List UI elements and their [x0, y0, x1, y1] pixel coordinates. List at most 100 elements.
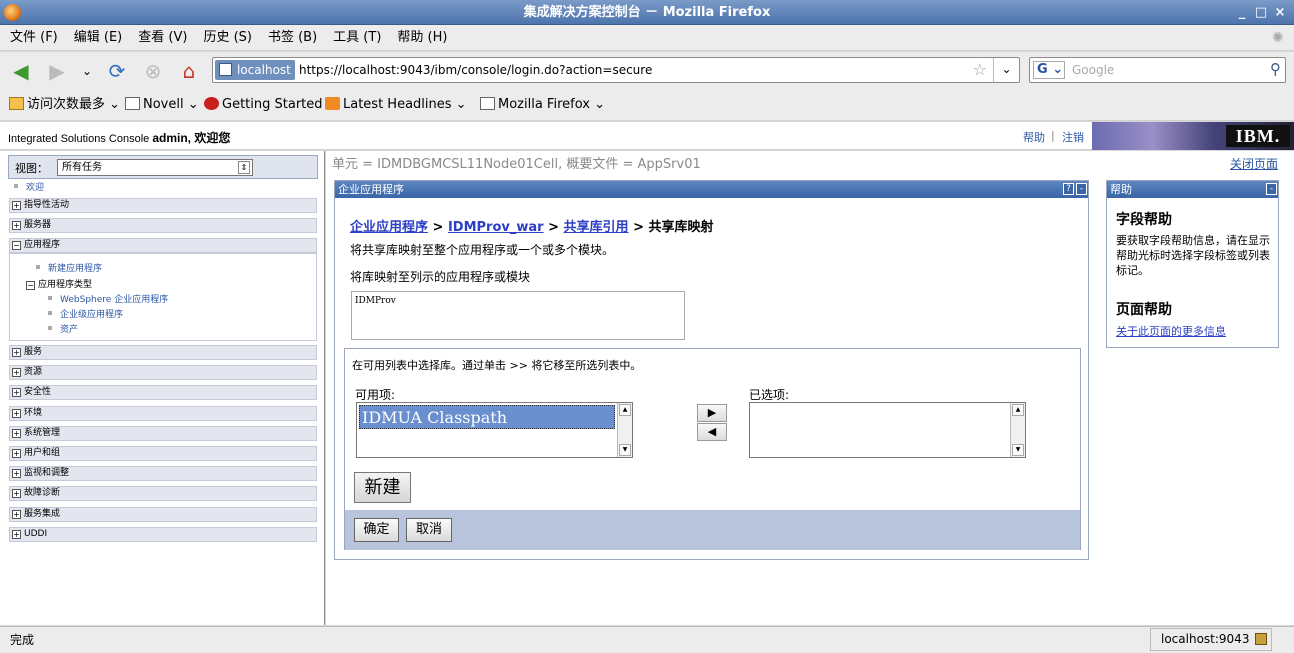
nav-item-services[interactable]: + 服务	[9, 345, 317, 360]
bookmark-most-visited[interactable]: 访问次数最多 ⌄	[9, 97, 120, 113]
field-help-text: 要获取字段帮助信息，请在显示帮助光标时选择字段标签或列表标记。	[1116, 234, 1270, 277]
url-bar[interactable]: localhost https://localhost:9043/ibm/con…	[212, 57, 1020, 83]
scroll-up-icon[interactable]: ▲	[619, 404, 631, 416]
bookmark-novell[interactable]: Novell ⌄	[125, 97, 199, 113]
nav-item-users-groups[interactable]: + 用户和组	[9, 446, 317, 461]
nav-item-label: 资源	[24, 367, 43, 377]
history-dropdown-icon[interactable]: ⌄	[74, 59, 100, 83]
back-arrow-icon[interactable]: ◀	[8, 59, 34, 83]
reload-icon[interactable]: ⟳	[104, 59, 130, 83]
nav-welcome-link[interactable]: 欢迎	[26, 183, 44, 193]
nav-item-label: 故障诊断	[24, 488, 61, 498]
bookmark-star-icon[interactable]: ☆	[973, 60, 987, 79]
minimize-button[interactable]: _	[1232, 0, 1252, 25]
available-list[interactable]: IDMUA Classpath ▲ ▼	[356, 402, 633, 458]
menu-view[interactable]: 查看 (V)	[130, 25, 195, 51]
nav-business-level-apps[interactable]: 企业级应用程序	[48, 307, 123, 320]
menu-tools[interactable]: 工具 (T)	[325, 25, 389, 51]
forward-arrow-icon[interactable]: ▶	[44, 59, 70, 83]
nav-item-applications[interactable]: − 应用程序	[9, 238, 317, 253]
new-application-link[interactable]: 新建应用程序	[48, 264, 102, 274]
view-select[interactable]: 所有任务 ⇕	[57, 159, 253, 176]
status-bar: 完成 localhost:9043	[0, 626, 1294, 653]
help-link[interactable]: 帮助	[1023, 129, 1045, 145]
expand-icon: +	[12, 201, 21, 210]
menu-edit[interactable]: 编辑 (E)	[66, 25, 131, 51]
breadcrumb-idmprov-war[interactable]: IDMProv_war	[448, 220, 544, 235]
url-dropdown-icon[interactable]: ⌄	[993, 58, 1019, 82]
help-minimize-icon[interactable]: -	[1266, 183, 1277, 195]
security-lock-icon[interactable]	[1255, 633, 1267, 645]
move-left-button[interactable]: ◀	[697, 423, 727, 441]
view-select-value: 所有任务	[62, 162, 102, 173]
google-icon: G	[1037, 62, 1048, 77]
search-box[interactable]: G ⌄ Google ⚲	[1029, 57, 1286, 83]
help-panel: 帮助 - 字段帮助 要获取字段帮助信息，请在显示帮助光标时选择字段标签或列表标记…	[1106, 180, 1279, 348]
close-window-button[interactable]: ×	[1270, 0, 1290, 25]
available-list-scrollbar[interactable]: ▲ ▼	[617, 403, 632, 457]
throbber-icon: ✺	[1272, 30, 1284, 46]
breadcrumb-enterprise-apps[interactable]: 企业应用程序	[350, 220, 428, 235]
site-identity-button[interactable]: localhost	[215, 60, 295, 80]
status-host[interactable]: localhost:9043	[1150, 628, 1272, 651]
url-text[interactable]: https://localhost:9043/ibm/console/login…	[299, 58, 652, 82]
new-button[interactable]: 新建	[354, 472, 411, 503]
menu-file[interactable]: 文件 (F)	[0, 25, 66, 51]
nav-item-troubleshooting[interactable]: + 故障诊断	[9, 486, 317, 501]
cancel-button[interactable]: 取消	[406, 518, 452, 542]
window-title: 集成解决方案控制台 － Mozilla Firefox	[523, 5, 771, 20]
breadcrumb-separator: >	[428, 220, 448, 235]
business-level-apps-link[interactable]: 企业级应用程序	[60, 310, 123, 320]
close-page-link[interactable]: 关闭页面	[1230, 155, 1278, 172]
selected-list-scrollbar[interactable]: ▲ ▼	[1010, 403, 1025, 457]
nav-application-types[interactable]: − 应用程序类型	[26, 277, 92, 290]
search-engine-selector[interactable]: G ⌄	[1033, 61, 1065, 79]
move-right-button[interactable]: ▶	[697, 404, 727, 422]
panel-help-icon[interactable]: ?	[1063, 183, 1074, 195]
expand-icon: +	[12, 409, 21, 418]
logout-link[interactable]: 注销	[1062, 129, 1084, 145]
menu-bookmarks[interactable]: 书签 (B)	[260, 25, 325, 51]
search-input[interactable]: Google	[1072, 58, 1114, 82]
nav-websphere-enterprise-apps[interactable]: WebSphere 企业应用程序	[48, 292, 168, 305]
nav-welcome[interactable]: 欢迎	[14, 180, 44, 193]
nav-item-monitoring[interactable]: + 监视和调整	[9, 466, 317, 481]
enterprise-apps-panel: 企业应用程序 ? - 企业应用程序 > IDMProv_war > 共享库引用 …	[334, 180, 1089, 560]
home-icon[interactable]: ⌂	[176, 59, 202, 83]
applications-subtree: 新建应用程序 − 应用程序类型 WebSphere 企业应用程序 企业级应用程序 …	[9, 253, 317, 341]
search-icon[interactable]: ⚲	[1270, 60, 1281, 78]
available-item[interactable]: IDMUA Classpath	[359, 405, 615, 429]
stop-icon[interactable]: ⊗	[140, 59, 166, 83]
selected-list[interactable]: ▲ ▼	[749, 402, 1026, 458]
scroll-up-icon[interactable]: ▲	[1012, 404, 1024, 416]
bookmark-mozilla-firefox[interactable]: Mozilla Firefox ⌄	[480, 97, 605, 113]
menu-history[interactable]: 历史 (S)	[195, 25, 260, 51]
scroll-down-icon[interactable]: ▼	[1012, 444, 1024, 456]
nav-item-uddi[interactable]: + UDDI	[9, 527, 317, 542]
nav-item-environment[interactable]: + 环境	[9, 406, 317, 421]
site-lock-icon	[219, 63, 232, 76]
nav-item-servers[interactable]: + 服务器	[9, 218, 317, 233]
breadcrumb-shared-lib-refs[interactable]: 共享库引用	[564, 220, 629, 235]
bookmark-getting-started[interactable]: Getting Started	[204, 97, 323, 113]
nav-item-label: 用户和组	[24, 448, 61, 458]
nav-item-service-integration[interactable]: + 服务集成	[9, 507, 317, 522]
page-help-link[interactable]: 关于此页面的更多信息	[1116, 323, 1226, 339]
nav-item-security[interactable]: + 安全性	[9, 385, 317, 400]
nav-item-guided-activities[interactable]: + 指导性活动	[9, 198, 317, 213]
menu-help[interactable]: 帮助 (H)	[389, 25, 455, 51]
assets-link[interactable]: 资产	[60, 325, 78, 335]
nav-item-resources[interactable]: + 资源	[9, 365, 317, 380]
scroll-down-icon[interactable]: ▼	[619, 444, 631, 456]
expand-icon: +	[12, 429, 21, 438]
nav-item-system-admin[interactable]: + 系统管理	[9, 426, 317, 441]
nav-new-application[interactable]: 新建应用程序	[36, 261, 102, 274]
bookmark-label: Novell	[143, 97, 184, 112]
panel-minimize-icon[interactable]: -	[1076, 183, 1087, 195]
nav-assets[interactable]: 资产	[48, 322, 78, 335]
ok-button[interactable]: 确定	[354, 518, 399, 542]
bookmark-latest-headlines[interactable]: Latest Headlines ⌄	[325, 97, 467, 113]
maximize-button[interactable]: □	[1251, 0, 1271, 25]
nav-item-label: 环境	[24, 408, 43, 418]
websphere-enterprise-apps-link[interactable]: WebSphere 企业应用程序	[60, 295, 168, 305]
